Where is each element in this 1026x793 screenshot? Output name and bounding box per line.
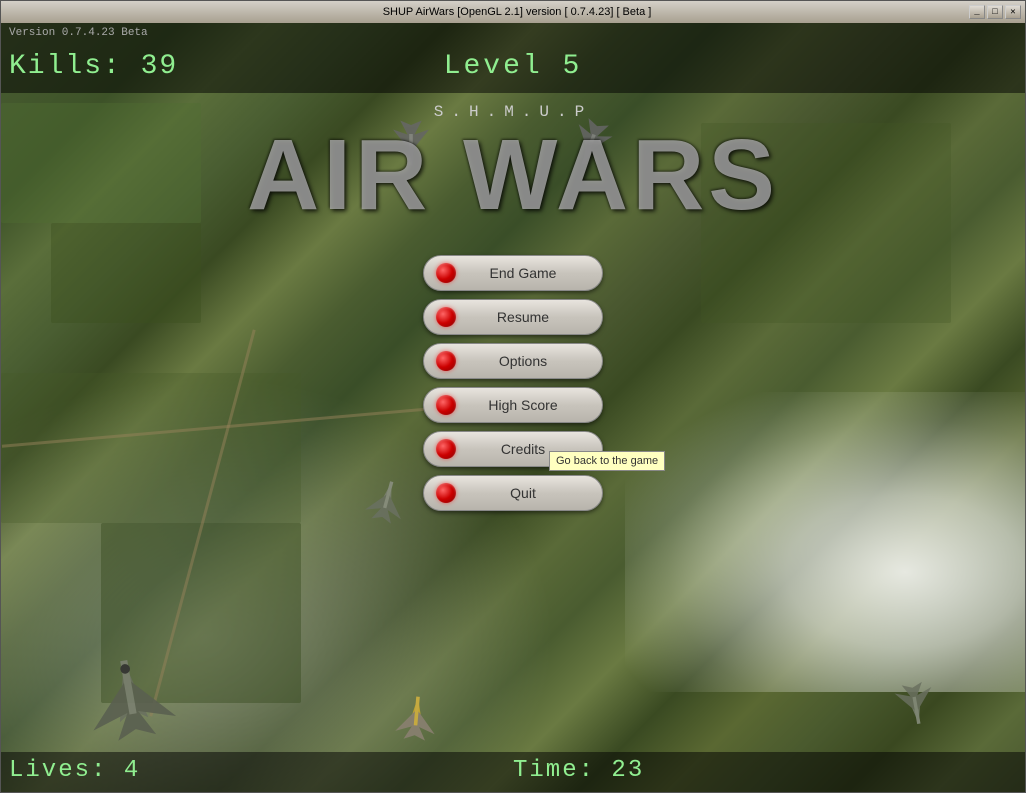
credits-button[interactable]: Credits [423,431,603,467]
quit-gem [436,483,456,503]
lives-display: Lives: 4 [9,757,140,784]
hud-bottom: Lives: 4 Time: 23 [1,752,1025,792]
version-text: Version 0.7.4.23 Beta [9,27,148,39]
time-display: Time: 23 [513,757,644,784]
title-bar: SHUP AirWars [OpenGL 2.1] version [ 0.7.… [1,1,1025,23]
kills-display: Kills: 39 [9,51,178,82]
quit-button[interactable]: Quit [423,475,603,511]
close-button[interactable]: ✕ [1005,5,1021,19]
window-title: SHUP AirWars [OpenGL 2.1] version [ 0.7.… [65,6,969,18]
high-score-button[interactable]: High Score [423,387,603,423]
options-button[interactable]: Options [423,343,603,379]
resume-button[interactable]: Resume [423,299,603,335]
game-area: Version 0.7.4.23 Beta Kills: 39 Level 5 [1,23,1025,792]
resume-gem [436,307,456,327]
high-score-gem [436,395,456,415]
level-display: Level 5 [444,51,583,82]
menu-overlay: S.H.M.U.P AIR WARS End Game Resume Optio… [1,93,1025,752]
minimize-button[interactable]: _ [969,5,985,19]
title-section: S.H.M.U.P AIR WARS [247,103,779,225]
resume-label: Resume [456,309,602,325]
options-gem [436,351,456,371]
credits-label: Credits [456,441,602,457]
hud-top: Version 0.7.4.23 Beta Kills: 39 Level 5 [1,23,1025,93]
quit-label: Quit [456,485,602,501]
window-controls: _ □ ✕ [969,5,1021,19]
menu-buttons: End Game Resume Options High Score Credi [423,255,603,511]
options-label: Options [456,353,602,369]
game-title: AIR WARS [247,125,779,225]
end-game-label: End Game [456,265,602,281]
end-game-button[interactable]: End Game [423,255,603,291]
window-frame: SHUP AirWars [OpenGL 2.1] version [ 0.7.… [0,0,1026,793]
high-score-label: High Score [456,397,602,413]
credits-gem [436,439,456,459]
maximize-button[interactable]: □ [987,5,1003,19]
end-game-gem [436,263,456,283]
